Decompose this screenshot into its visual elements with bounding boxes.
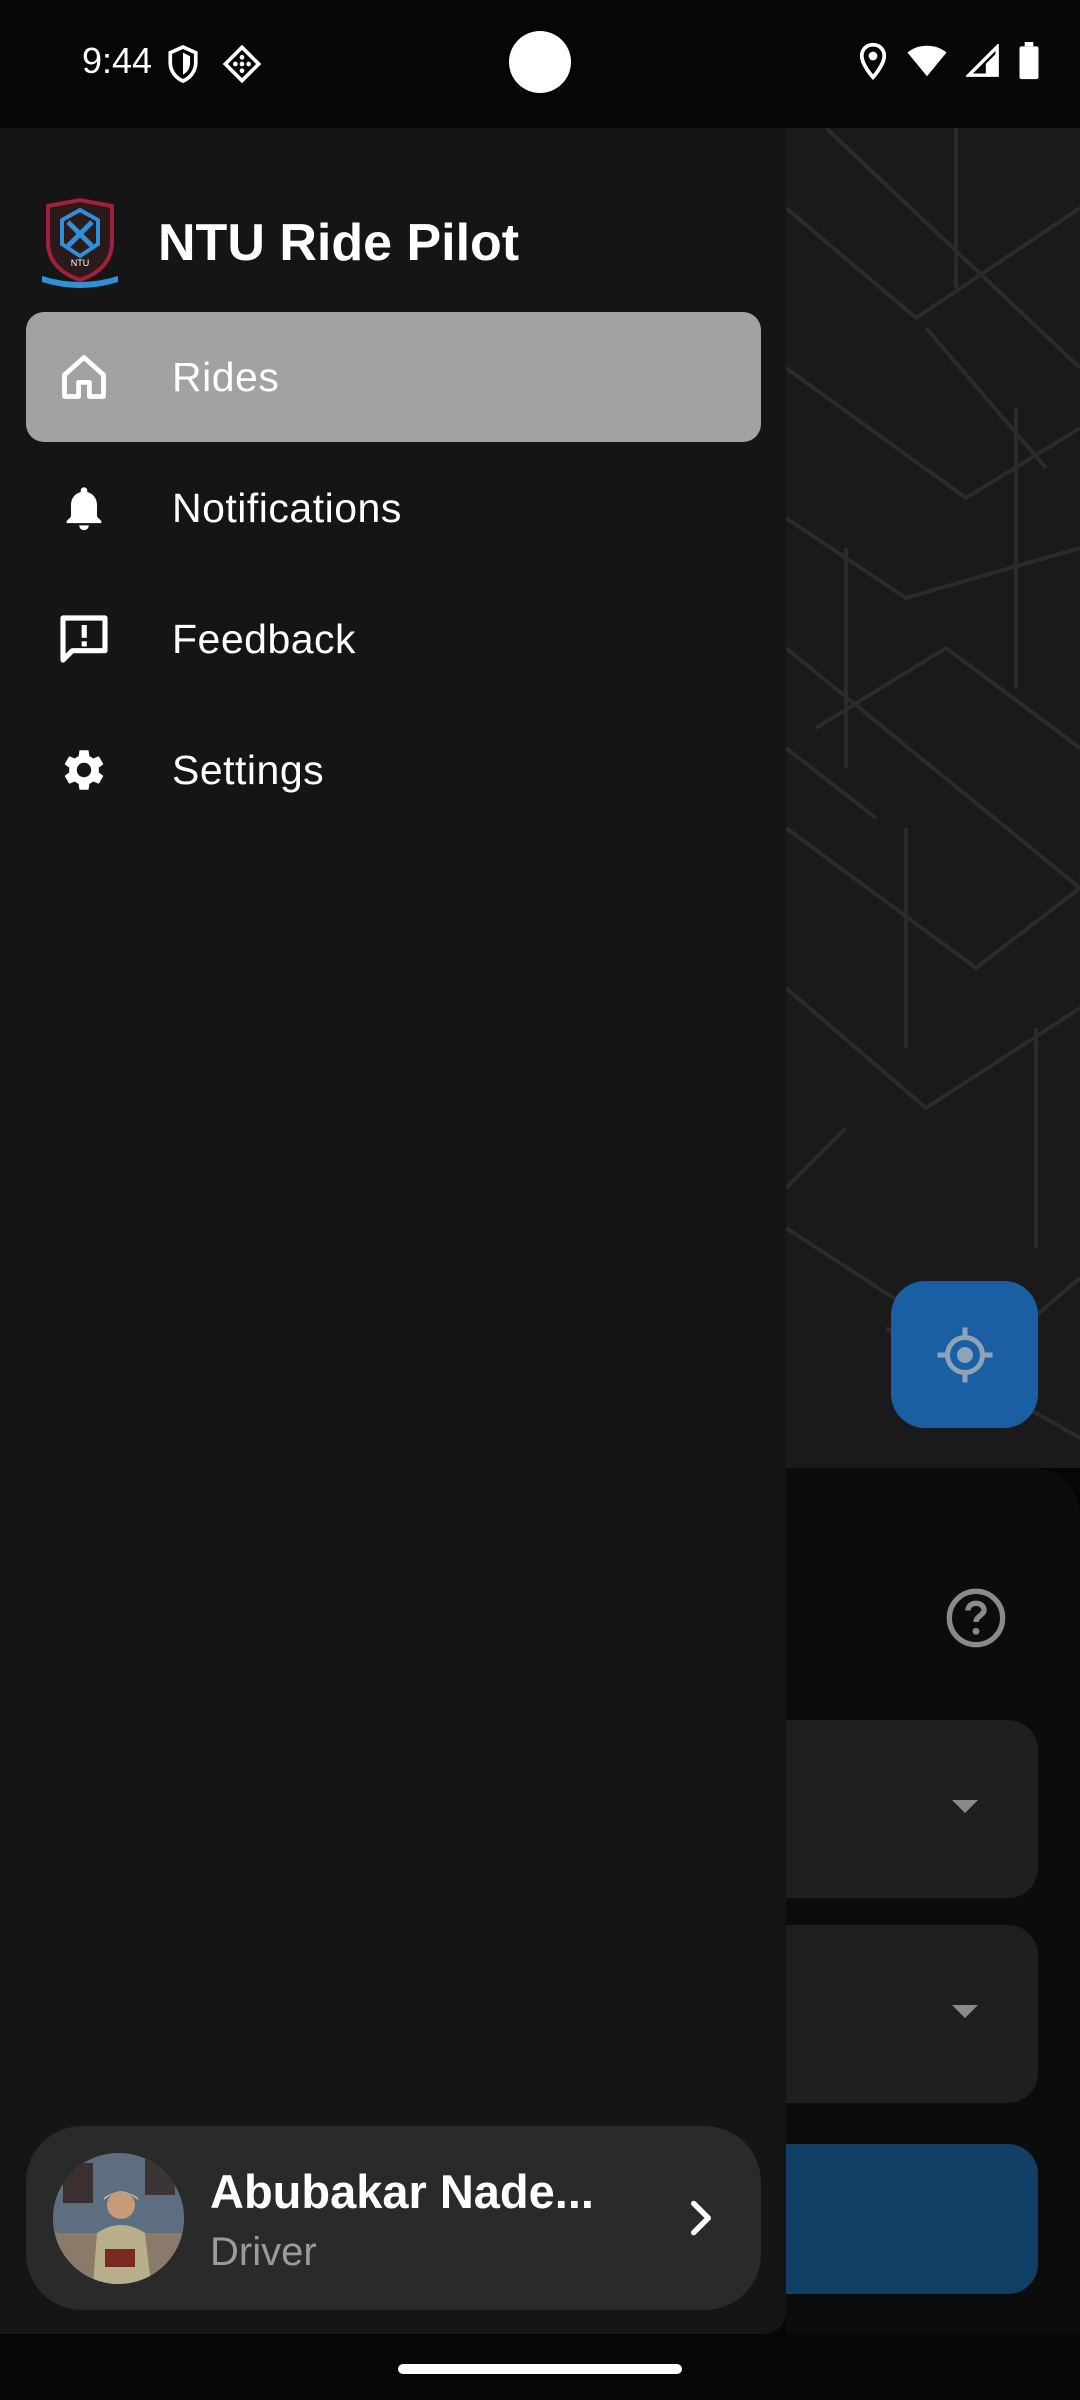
app-title: NTU Ride Pilot (158, 214, 520, 272)
avatar-photo (53, 2153, 184, 2284)
arrow-drop-down-icon (952, 1800, 978, 1813)
status-bar: 9:44 (0, 0, 1080, 128)
gesture-nav-handle[interactable] (398, 2364, 682, 2374)
primary-action-button[interactable] (786, 2144, 1038, 2294)
svg-text:NTU: NTU (71, 258, 90, 268)
dropdown-2[interactable] (786, 1925, 1038, 2103)
status-time: 9:44 (82, 40, 153, 81)
my-location-button[interactable] (891, 1281, 1038, 1428)
chevron-right-icon (691, 2200, 711, 2236)
nav-label-rides: Rides (172, 353, 280, 400)
camera-cutout (509, 31, 571, 93)
nav-item-rides[interactable]: Rides (26, 312, 761, 442)
profile-name: Abubakar Nade... (210, 2165, 594, 2218)
drawer-header: NTU NTU Ride Pilot (40, 188, 519, 298)
my-location-icon (937, 1327, 992, 1382)
map-streets (786, 128, 1080, 1440)
nav-label-settings: Settings (172, 746, 325, 793)
ntu-crest-logo: NTU (42, 198, 118, 288)
nav-item-feedback[interactable]: Feedback (26, 574, 761, 704)
map-view[interactable] (786, 128, 1080, 1468)
signal-icon (966, 44, 999, 77)
gear-icon (56, 742, 112, 798)
help-circle-icon (946, 1588, 1006, 1648)
bell-icon (56, 480, 112, 536)
help-button[interactable] (944, 1586, 1008, 1655)
dropdown-1[interactable] (786, 1720, 1038, 1898)
apps-grid-icon (222, 44, 262, 84)
nav-label-feedback: Feedback (172, 615, 357, 662)
feedback-icon (56, 611, 112, 667)
nav-label-notifications: Notifications (172, 484, 402, 531)
profile-role: Driver (210, 2230, 317, 2274)
home-icon (56, 349, 112, 405)
wifi-icon (907, 45, 947, 77)
nav-item-notifications[interactable]: Notifications (26, 443, 761, 573)
navigation-drawer: NTU NTU Ride Pilot Rides Notifications F… (0, 128, 786, 2334)
battery-icon (1019, 42, 1039, 80)
nav-item-settings[interactable]: Settings (26, 705, 761, 835)
arrow-drop-down-icon (952, 2005, 978, 2018)
location-icon (859, 42, 887, 80)
avatar (53, 2153, 184, 2284)
profile-card[interactable]: Abubakar Nade... Driver (26, 2126, 761, 2310)
shield-icon (168, 44, 198, 83)
